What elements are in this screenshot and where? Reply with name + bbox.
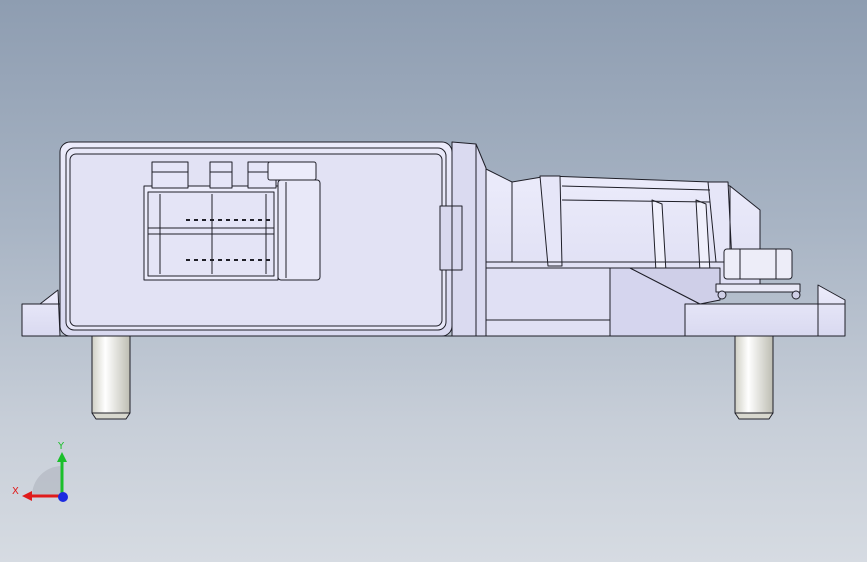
y-axis-head-icon bbox=[57, 452, 67, 462]
part-model[interactable] bbox=[0, 0, 867, 562]
hex-nut bbox=[715, 248, 801, 300]
cad-viewport[interactable]: Y X bbox=[0, 0, 867, 562]
triad-plane-icon bbox=[32, 466, 62, 496]
x-axis-label: X bbox=[12, 486, 19, 497]
base-flange-left bbox=[21, 289, 61, 337]
connector-receptacle bbox=[143, 161, 279, 281]
mounting-pin-right bbox=[734, 334, 774, 420]
axis-triad[interactable]: Y X bbox=[10, 438, 80, 508]
x-axis-head-icon bbox=[22, 491, 32, 501]
mounting-pin-left bbox=[91, 334, 131, 420]
y-axis-label: Y bbox=[57, 441, 65, 452]
z-axis-icon bbox=[58, 492, 68, 502]
